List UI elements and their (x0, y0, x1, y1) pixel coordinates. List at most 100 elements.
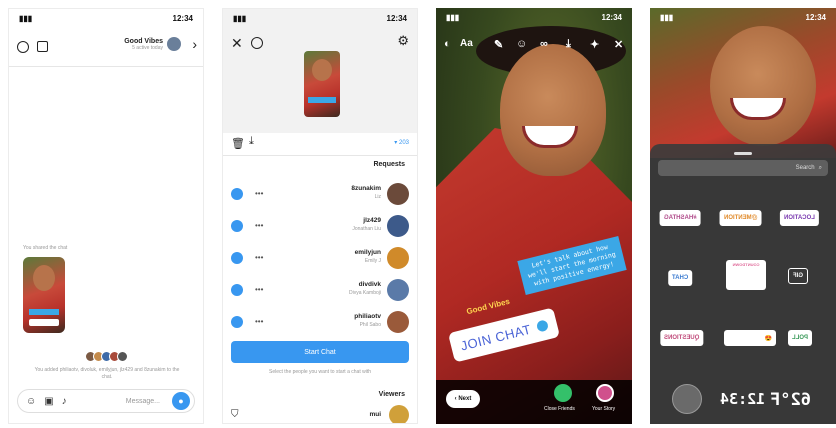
request-sub: Emily J (364, 258, 381, 264)
story-share-bar: ‹ Next Close Friends Your Story (436, 380, 632, 424)
story-thumb-sticker (29, 309, 59, 315)
avatar (387, 279, 409, 301)
camera-icon[interactable] (672, 384, 702, 414)
camera-icon[interactable]: ● (172, 392, 190, 410)
mention-sticker[interactable]: @MENTION (720, 210, 762, 226)
more-icon[interactable]: ••• (255, 317, 263, 326)
close-icon[interactable]: ✕ (231, 35, 243, 52)
story-editor-screen: ▮▮▮ 12:34 ◐ Aa ✎ ☺ ∞ ⤓ ✦ ✕ Let's talk ab… (436, 8, 632, 424)
your-story-label: Your Story (592, 406, 616, 412)
signal-icon: ▮▮▮ (233, 13, 247, 23)
download-icon[interactable]: ⤓ (249, 135, 254, 148)
requests-header: Requests (373, 161, 405, 168)
chat-sticker[interactable]: CHAT (668, 270, 693, 286)
avatar (387, 247, 409, 269)
approve-check[interactable] (231, 188, 243, 200)
trash-icon[interactable]: 🗑 (231, 137, 245, 150)
next-label: Next (458, 396, 472, 402)
request-name: 8zunakim (351, 185, 381, 192)
temperature-sticker[interactable]: 62°F (770, 390, 811, 410)
sticker-icon[interactable]: ☺ (516, 38, 527, 50)
request-name: divdivk (358, 281, 381, 288)
request-sub: Jonathan Liu (352, 226, 381, 232)
close-friends-button[interactable] (554, 384, 572, 402)
info-icon[interactable] (17, 41, 29, 53)
more-icon[interactable]: ••• (255, 221, 263, 230)
poll-sticker[interactable]: POLL (788, 330, 812, 346)
avatar (389, 405, 409, 423)
tray-handle[interactable] (734, 152, 752, 155)
chat-subtitle: 5 active today (132, 45, 163, 51)
close-icon[interactable]: ✕ (614, 38, 623, 51)
message-composer[interactable]: ☺ ▣ ♪ Message... ● (17, 389, 195, 413)
shared-story-card[interactable] (23, 257, 65, 333)
viewers-header: Viewers (378, 391, 405, 398)
status-time: 12:34 (172, 13, 193, 23)
time-sticker[interactable]: 12:34 (720, 390, 765, 408)
link-icon[interactable]: ∞ (540, 38, 548, 50)
signal-icon: ▮▮▮ (660, 12, 674, 22)
status-bar: ▮▮▮ 12:34 (650, 8, 836, 26)
request-sub: Divya Kamboji (349, 290, 381, 296)
viewer-count[interactable]: ▾ 203 (394, 139, 409, 146)
effects-icon[interactable]: ✦ (590, 38, 599, 51)
chat-bubble-icon (535, 318, 549, 333)
chat-title: Good Vibes (124, 38, 163, 45)
countdown-sticker[interactable]: COUNTDOWN (726, 260, 766, 290)
video-icon[interactable] (37, 41, 48, 52)
emoji-slider-sticker[interactable]: 😍 (724, 330, 776, 346)
hashtag-sticker[interactable]: #HASHTAG (660, 210, 701, 226)
gear-icon[interactable]: ⚙ (397, 33, 409, 49)
more-icon[interactable]: ••• (255, 253, 263, 262)
added-note: You added philiaotv, divoluk, emilyjun, … (34, 367, 180, 380)
status-time: 12:34 (601, 12, 622, 22)
approve-check[interactable] (231, 316, 243, 328)
story-thumb-join (29, 319, 59, 326)
approve-check[interactable] (231, 252, 243, 264)
message-input[interactable]: Message... (126, 398, 160, 405)
your-story-button[interactable] (596, 384, 614, 402)
request-row[interactable]: ••• divdivk Divya Kamboji (223, 277, 417, 303)
mic-icon[interactable]: ♪ (62, 396, 67, 407)
status-time: 12:34 (805, 12, 826, 22)
sticker-icon[interactable]: ☺ (26, 396, 36, 407)
story-thumb-face (312, 59, 332, 81)
request-name: jlz429 (363, 217, 381, 224)
location-sticker[interactable]: LOCATION (780, 210, 819, 226)
request-row[interactable]: ••• jlz429 Jonathan Liu (223, 213, 417, 239)
screenshot-root: ▮▮▮ 12:34 Good Vibes 5 active today › Yo… (0, 0, 836, 428)
download-icon[interactable]: ⤓ (566, 38, 571, 51)
slider-emoji: 😍 (764, 335, 772, 342)
signal-icon: ▮▮▮ (19, 13, 33, 23)
story-thumbnail[interactable] (304, 51, 340, 117)
sticker-bottom-row: 12:34 62°F (650, 376, 836, 424)
download-circle-icon[interactable] (251, 37, 263, 49)
sticker-tray: Search ⌕ #HASHTAG @MENTION LOCATION CHAT… (650, 144, 836, 424)
questions-sticker[interactable]: QUESTIONS (660, 330, 704, 346)
color-wheel-icon[interactable]: ◐ (444, 38, 451, 50)
share-sheet-screen: ▮▮▮ 12:34 ✕ ⚙ 🗑 ⤓ ▾ 203 Requests ••• 8zu… (222, 8, 418, 424)
draw-icon[interactable]: ✎ (494, 38, 503, 51)
gallery-icon[interactable]: ▣ (44, 396, 53, 407)
request-row[interactable]: ••• emilyjun Emily J (223, 245, 417, 271)
story-thumb-face (33, 265, 55, 291)
request-row[interactable]: ••• 8zunakim Liz (223, 181, 417, 207)
status-bar: ▮▮▮ 12:34 (223, 9, 417, 27)
more-icon[interactable]: ••• (255, 189, 263, 198)
story-thumb-sticker (308, 97, 336, 103)
divider (223, 155, 417, 156)
text-tool-icon[interactable]: Aa (460, 38, 473, 49)
more-icon[interactable]: ••• (255, 285, 263, 294)
request-row[interactable]: ••• philiaotv Phil Sabo (223, 309, 417, 335)
approve-check[interactable] (231, 220, 243, 232)
chevron-right-icon[interactable]: › (192, 37, 197, 51)
approve-check[interactable] (231, 284, 243, 296)
close-friends-label: Close Friends (544, 406, 575, 412)
chat-screen: ▮▮▮ 12:34 Good Vibes 5 active today › Yo… (8, 8, 204, 424)
filter-icon[interactable]: ⛉ (231, 409, 239, 420)
gif-sticker[interactable]: GIF (788, 268, 808, 284)
start-chat-button[interactable]: Start Chat (231, 341, 409, 363)
sticker-search-input[interactable]: Search ⌕ (658, 160, 828, 176)
next-button[interactable]: ‹ Next (446, 390, 480, 408)
chat-title-block[interactable]: Good Vibes 5 active today (124, 38, 163, 51)
